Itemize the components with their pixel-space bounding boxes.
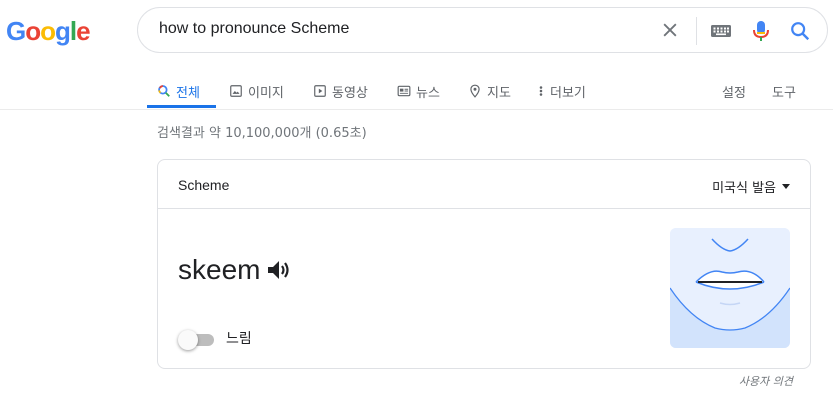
slow-toggle[interactable]: [178, 328, 214, 350]
card-title: Scheme: [178, 177, 230, 193]
slow-label: 느림: [226, 331, 252, 347]
active-tab-indicator: [147, 105, 216, 108]
search-icon: [158, 85, 170, 97]
search-input[interactable]: how to pronounce Scheme: [159, 20, 349, 38]
phonetic-text: skeem: [178, 254, 261, 285]
search-divider: [696, 17, 697, 45]
search-box[interactable]: how to pronounce Scheme: [137, 7, 828, 53]
tab-maps[interactable]: 지도: [468, 78, 511, 104]
dialect-label: 미국식 발음: [712, 181, 776, 196]
tab-label: 동영상: [332, 85, 368, 101]
tab-videos[interactable]: 동영상: [313, 78, 368, 104]
mouth-shape-icon: [670, 228, 790, 348]
image-icon: [230, 85, 242, 97]
feedback-link[interactable]: 사용자 의견: [739, 373, 793, 389]
settings-label: 설정: [722, 85, 746, 101]
tab-label: 더보기: [550, 85, 586, 101]
tab-label: 뉴스: [416, 85, 440, 101]
tab-images[interactable]: 이미지: [229, 78, 284, 104]
dialect-dropdown[interactable]: 미국식 발음: [712, 177, 790, 196]
pronunciation-card: Scheme 미국식 발음 skeem 느림: [157, 159, 811, 369]
tab-all[interactable]: 전체: [157, 78, 200, 104]
result-stats: 검색결과 약 10,100,000개 (0.65초): [157, 126, 367, 141]
card-header: Scheme 미국식 발음: [158, 160, 810, 209]
google-logo[interactable]: Google: [6, 16, 91, 46]
search-tabs: 전체 이미지 동영상 뉴스 지도 더보기 설정 도구: [147, 74, 833, 110]
settings-button[interactable]: 설정: [722, 78, 746, 104]
toggle-knob: [178, 330, 198, 350]
map-pin-icon: [470, 84, 480, 98]
tools-label: 도구: [772, 85, 796, 101]
search-icon[interactable]: [789, 19, 811, 43]
tab-label: 이미지: [248, 85, 284, 101]
tools-button[interactable]: 도구: [772, 78, 796, 104]
news-icon: [397, 85, 411, 97]
tab-more[interactable]: 더보기: [537, 78, 586, 104]
tabs-divider: [0, 109, 833, 110]
tab-news[interactable]: 뉴스: [397, 78, 440, 104]
keyboard-icon[interactable]: [710, 22, 732, 40]
tab-label: 전체: [176, 85, 200, 101]
more-vert-icon: [539, 86, 543, 96]
slow-toggle-row: 느림: [178, 328, 252, 350]
tab-label: 지도: [487, 85, 511, 101]
close-icon[interactable]: [660, 20, 680, 40]
speaker-icon[interactable]: [266, 258, 292, 282]
video-icon: [314, 85, 326, 97]
phonetic-spelling: skeem: [178, 254, 292, 286]
mouth-illustration: [670, 228, 790, 348]
microphone-icon[interactable]: [750, 19, 772, 43]
caret-down-icon: [782, 184, 790, 189]
